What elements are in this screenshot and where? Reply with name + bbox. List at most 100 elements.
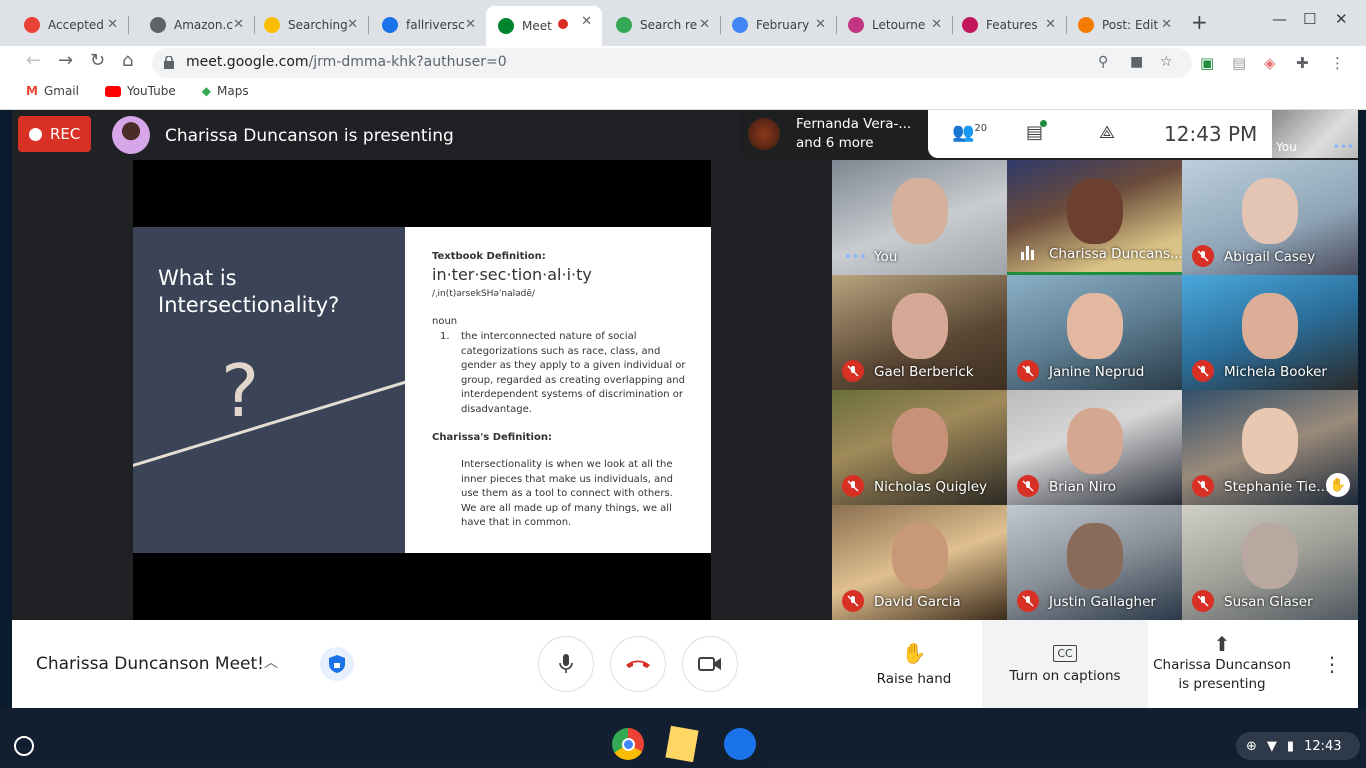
participant-video	[1242, 408, 1298, 474]
chrome-icon[interactable]	[612, 728, 644, 760]
close-tab-icon[interactable]: ✕	[107, 17, 118, 32]
more-dots-icon[interactable]: •••	[844, 250, 867, 265]
participant-name: Michela Booker	[1224, 364, 1327, 380]
participant-tile[interactable]: David Garcia	[832, 505, 1007, 620]
tab-5[interactable]: Search re ✕	[604, 9, 720, 40]
recording-indicator[interactable]: REC	[18, 116, 91, 152]
tab-7[interactable]: Letourne ✕	[836, 9, 952, 40]
overflow-participants[interactable]: Fernanda Vera-... and 6 more	[740, 110, 928, 158]
youtube-icon	[104, 85, 121, 97]
notes-app-icon[interactable]	[665, 725, 699, 763]
tab-0[interactable]: Accepted ✕	[12, 9, 128, 40]
participant-video	[1242, 293, 1298, 359]
home-icon[interactable]: ⌂	[122, 50, 133, 71]
tab-3[interactable]: fallriversc ✕	[370, 9, 486, 40]
more-options-icon[interactable]: ⋮	[1322, 652, 1342, 676]
sheets-icon	[382, 16, 398, 33]
more-dots-icon[interactable]: •••	[1333, 140, 1354, 154]
raise-hand-button[interactable]: ✋ Raise hand	[864, 620, 964, 708]
captions-button[interactable]: CC Turn on captions	[982, 620, 1148, 708]
wifi-icon: ▼	[1266, 738, 1277, 754]
browser-toolbar: ← → ↻ ⌂ meet.google.com/jrm-dmma-khk?aut…	[0, 46, 1366, 110]
people-icon[interactable]: 👥20	[952, 122, 987, 143]
participant-tile[interactable]: Susan Glaser	[1182, 505, 1358, 620]
slide-divider-line	[133, 376, 405, 470]
tab-9[interactable]: Post: Edit ✕	[1066, 9, 1182, 40]
slide: What is Intersectionality? ? Textbook De…	[133, 227, 711, 553]
close-tab-icon[interactable]: ✕	[233, 17, 244, 32]
participant-video	[1242, 178, 1298, 244]
extensions-puzzle-icon[interactable]: ✚	[1296, 54, 1309, 72]
extension-reader-icon[interactable]: ▤	[1232, 54, 1246, 72]
close-window-button[interactable]: ✕	[1335, 10, 1348, 28]
participant-tile[interactable]: Michela Booker	[1182, 275, 1358, 390]
tab-6[interactable]: February ✕	[720, 9, 836, 40]
self-view-thumbnail[interactable]: You •••	[1272, 110, 1358, 158]
google-photos-icon	[264, 16, 280, 33]
mic-off-icon	[1192, 360, 1214, 382]
bookmark-youtube[interactable]: YouTube	[104, 84, 176, 98]
bookmark-maps[interactable]: ◆ Maps	[202, 84, 249, 98]
activities-icon[interactable]: ⟁	[1099, 122, 1115, 143]
star-icon[interactable]: ☆	[1160, 54, 1173, 70]
participant-video	[892, 408, 948, 474]
launcher-icon[interactable]	[14, 736, 34, 756]
participant-name: Susan Glaser	[1224, 594, 1313, 610]
participant-tile[interactable]: ••• You	[832, 160, 1007, 275]
chat-icon[interactable]: ▤	[1026, 120, 1047, 143]
slide-left-panel: What is Intersectionality? ?	[133, 227, 405, 553]
reload-icon[interactable]: ↻	[90, 50, 105, 71]
close-tab-icon[interactable]: ✕	[465, 17, 476, 32]
participant-tile[interactable]: Gael Berberick	[832, 275, 1007, 390]
meet-stage: REC Charissa Duncanson is presenting Fer…	[12, 110, 1358, 620]
participant-tile[interactable]: Janine Neprud	[1007, 275, 1182, 390]
participant-tile[interactable]: Stephanie Tie... ✋	[1182, 390, 1358, 505]
close-tab-icon[interactable]: ✕	[347, 17, 358, 32]
new-tab-button[interactable]: +	[1191, 10, 1208, 34]
participant-avatar	[748, 118, 780, 150]
leave-call-button[interactable]	[610, 636, 666, 692]
participant-tile[interactable]: Brian Niro	[1007, 390, 1182, 505]
presenting-button[interactable]: ⬆ Charissa Duncanson is presenting	[1152, 620, 1292, 708]
forward-icon[interactable]: →	[58, 50, 73, 71]
raised-hand-icon: ✋	[1326, 473, 1350, 497]
menu-kebab-icon[interactable]: ⋮	[1330, 54, 1345, 72]
mic-off-icon	[842, 590, 864, 612]
close-tab-icon[interactable]: ✕	[815, 17, 826, 32]
camera-icon[interactable]: ■	[1130, 54, 1143, 70]
close-tab-icon[interactable]: ✕	[931, 17, 942, 32]
location-icon[interactable]: ⚲	[1098, 54, 1108, 70]
camera-button[interactable]	[682, 636, 738, 692]
close-tab-icon[interactable]: ✕	[1161, 17, 1172, 32]
system-tray[interactable]: ⊕ ▼ ▮ 12:43	[1236, 732, 1360, 760]
tab-8[interactable]: Features ✕	[950, 9, 1066, 40]
maximize-button[interactable]: ☐	[1303, 10, 1316, 28]
close-tab-icon[interactable]: ✕	[1045, 17, 1056, 32]
participant-tile[interactable]: Charissa Duncans...	[1007, 160, 1182, 275]
close-tab-icon[interactable]: ✕	[581, 14, 592, 29]
host-controls-shield-icon[interactable]	[320, 647, 354, 681]
tab-4[interactable]: Meet ✕	[486, 6, 602, 46]
bookmarks-bar: M Gmail YouTube ◆ Maps	[26, 84, 249, 98]
participant-tile[interactable]: Nicholas Quigley	[832, 390, 1007, 505]
close-tab-icon[interactable]: ✕	[699, 17, 710, 32]
tab-1[interactable]: Amazon.c ✕	[138, 9, 254, 40]
microphone-button[interactable]	[538, 636, 594, 692]
address-bar[interactable]: meet.google.com/jrm-dmma-khk?authuser=0 …	[152, 48, 1192, 78]
meeting-name[interactable]: Charissa Duncanson Meet!	[36, 654, 264, 674]
gmail-icon: M	[26, 84, 38, 98]
extension-cast-icon[interactable]: ◈	[1264, 54, 1276, 72]
participant-tile[interactable]: Abigail Casey	[1182, 160, 1358, 275]
minimize-button[interactable]: —	[1272, 10, 1287, 28]
back-icon[interactable]: ←	[26, 50, 41, 71]
gmail-icon	[24, 16, 40, 33]
battery-icon: ▮	[1286, 738, 1295, 754]
tab-2[interactable]: Searching ✕	[252, 9, 368, 40]
extension-green-icon[interactable]: ▣	[1200, 54, 1214, 72]
bookmark-gmail[interactable]: M Gmail	[26, 84, 79, 98]
slide-right-panel: Textbook Definition: in·ter·sec·tion·al·…	[405, 227, 711, 553]
files-app-icon[interactable]	[724, 728, 756, 760]
chevron-up-icon[interactable]: ︿	[264, 652, 278, 672]
participant-tile[interactable]: Justin Gallagher	[1007, 505, 1182, 620]
mic-off-icon	[1017, 590, 1039, 612]
